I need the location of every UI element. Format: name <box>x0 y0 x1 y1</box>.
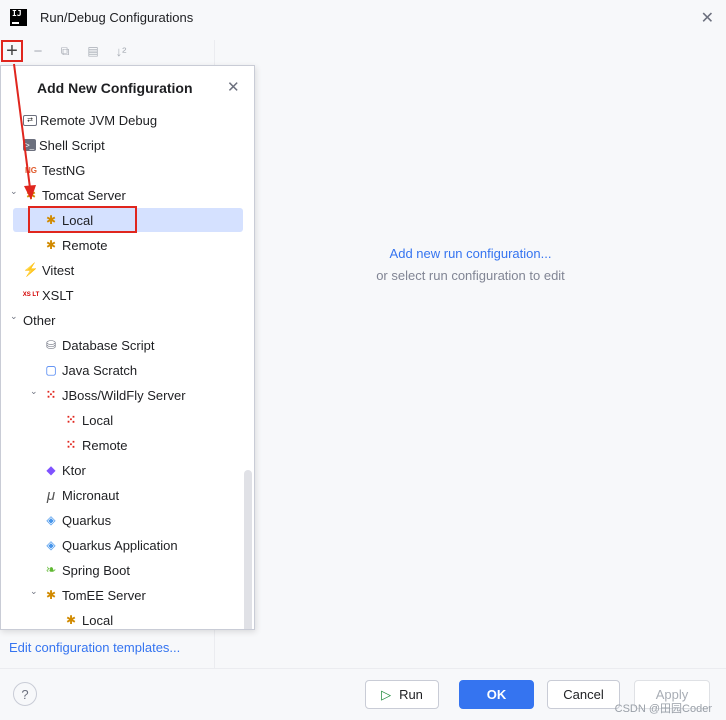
remove-configuration-button[interactable]: − <box>27 40 49 62</box>
config-type-label: Shell Script <box>39 137 105 153</box>
micronaut-icon: μ <box>46 486 56 504</box>
config-type-label: TomEE Server <box>62 587 146 603</box>
add-configuration-button[interactable]: + <box>1 40 23 62</box>
config-type-database-script[interactable]: ⛁ Database Script <box>13 333 243 357</box>
ktor-icon: ◆ <box>46 463 56 477</box>
config-type-tomcat-server[interactable]: ⌄ ✱ Tomcat Server <box>10 183 243 207</box>
help-button[interactable]: ? <box>13 682 37 706</box>
config-type-jboss-wildfly-server[interactable]: ⌄ ⁙ JBoss/WildFly Server <box>13 383 243 407</box>
jboss-icon: ⁙ <box>65 437 77 452</box>
popup-close-icon[interactable]: ✕ <box>227 78 240 96</box>
chevron-down-icon[interactable]: ⌄ <box>10 311 18 322</box>
config-type-label: XSLT <box>42 287 74 303</box>
chevron-down-icon[interactable]: ⌄ <box>30 386 38 397</box>
config-type-label: Java Scratch <box>62 362 138 378</box>
window-title: Run/Debug Configurations <box>40 10 194 25</box>
config-type-tomee-server[interactable]: ⌄ ✱ TomEE Server <box>13 583 243 607</box>
quarkus-icon: ◈ <box>46 538 56 552</box>
popup-scrollbar[interactable] <box>244 470 252 629</box>
config-type-label: Tomcat Server <box>42 187 126 203</box>
config-type-label: TestNG <box>42 162 86 178</box>
config-type-label: Spring Boot <box>62 562 130 578</box>
config-type-label: Quarkus Application <box>62 537 178 553</box>
config-type-quarkus[interactable]: ◈ Quarkus <box>13 508 243 532</box>
tomcat-icon: ✱ <box>45 238 57 252</box>
close-window-icon[interactable]: ✕ <box>701 8 714 28</box>
sort-configurations-button[interactable]: ↓² <box>110 40 132 62</box>
xslt-icon: XS LT <box>22 292 40 298</box>
quarkus-icon: ◈ <box>46 513 56 527</box>
java-scratch-icon: ▢ <box>45 363 57 377</box>
config-type-java-scratch[interactable]: ▢ Java Scratch <box>13 358 243 382</box>
testng-icon: NG <box>25 165 37 175</box>
chevron-down-icon[interactable]: ⌄ <box>30 586 38 597</box>
copy-configuration-button[interactable]: ⧉ <box>54 40 76 62</box>
config-type-testng[interactable]: NG TestNG <box>13 158 243 182</box>
config-type-remote-jvm-debug[interactable]: ⇄ Remote JVM Debug <box>13 108 243 132</box>
config-type-label: Local <box>82 612 114 628</box>
config-type-local[interactable]: ⁙ Local <box>13 408 243 432</box>
config-type-label: Remote <box>62 237 108 253</box>
config-type-shell-script[interactable]: >_ Shell Script <box>13 133 243 157</box>
config-type-label: Vitest <box>42 262 75 278</box>
popup-title: Add New Configuration <box>37 80 193 96</box>
config-type-label: Database Script <box>62 337 155 353</box>
config-type-micronaut[interactable]: μ Micronaut <box>13 483 243 507</box>
move-into-folder-button[interactable]: ▤ <box>82 40 104 62</box>
tomee-icon: ✱ <box>45 588 57 602</box>
config-type-remote[interactable]: ✱ Remote <box>13 233 243 257</box>
title-bar: IJ Run/Debug Configurations ✕ <box>0 0 726 38</box>
cancel-button[interactable]: Cancel <box>547 680 620 709</box>
configurations-toolbar: + − ⧉ ▤ ↓² <box>0 40 215 64</box>
play-icon: ▷ <box>381 686 392 702</box>
add-new-run-configuration-link[interactable]: Add new run configuration... <box>215 246 726 261</box>
config-type-label: Quarkus <box>62 512 112 528</box>
config-type-label: Local <box>82 412 114 428</box>
watermark: CSDN @田园Coder <box>614 703 712 715</box>
spring-boot-icon: ❧ <box>45 562 57 577</box>
tomee-icon: ✱ <box>65 613 77 627</box>
annotation-box-local <box>28 206 137 233</box>
run-button-label: Run <box>399 687 423 702</box>
add-new-configuration-popup: Add New Configuration ✕ ⇄ Remote JVM Debu… <box>0 65 255 630</box>
jboss-icon: ⁙ <box>45 387 57 402</box>
config-type-remote[interactable]: ⁙ Remote <box>13 433 243 457</box>
empty-state: Add new run configuration... or select r… <box>215 246 726 285</box>
config-type-other[interactable]: ⌄ Other <box>10 308 243 332</box>
shell-script-icon: >_ <box>23 139 36 151</box>
config-type-label: Remote JVM Debug <box>40 112 158 128</box>
vitest-icon: ⚡ <box>22 262 40 277</box>
config-type-label: Remote <box>82 437 128 453</box>
chevron-down-icon[interactable]: ⌄ <box>10 186 18 197</box>
edit-configuration-templates-link[interactable]: Edit configuration templates... <box>9 640 180 655</box>
ok-button[interactable]: OK <box>459 680 534 709</box>
jboss-icon: ⁙ <box>65 412 77 427</box>
empty-state-hint: or select run configuration to edit <box>376 268 565 283</box>
config-type-label: Micronaut <box>62 487 120 503</box>
config-type-spring-boot[interactable]: ❧ Spring Boot <box>13 558 243 582</box>
config-type-vitest[interactable]: ⚡ Vitest <box>13 258 243 282</box>
config-type-ktor[interactable]: ◆ Ktor <box>13 458 243 482</box>
config-type-label: Other <box>23 312 56 328</box>
config-type-label: JBoss/WildFly Server <box>62 387 186 403</box>
config-type-quarkus-application[interactable]: ◈ Quarkus Application <box>13 533 243 557</box>
remote-debug-icon: ⇄ <box>23 114 37 126</box>
config-type-label: Ktor <box>62 462 86 478</box>
config-type-xslt[interactable]: XS LT XSLT <box>13 283 243 307</box>
database-icon: ⛁ <box>45 338 57 352</box>
run-button[interactable]: ▷ Run <box>365 680 439 709</box>
tomcat-icon: ✱ <box>25 188 37 202</box>
intellij-logo-icon: IJ <box>10 9 27 26</box>
config-type-local[interactable]: ✱ Local <box>13 608 243 629</box>
